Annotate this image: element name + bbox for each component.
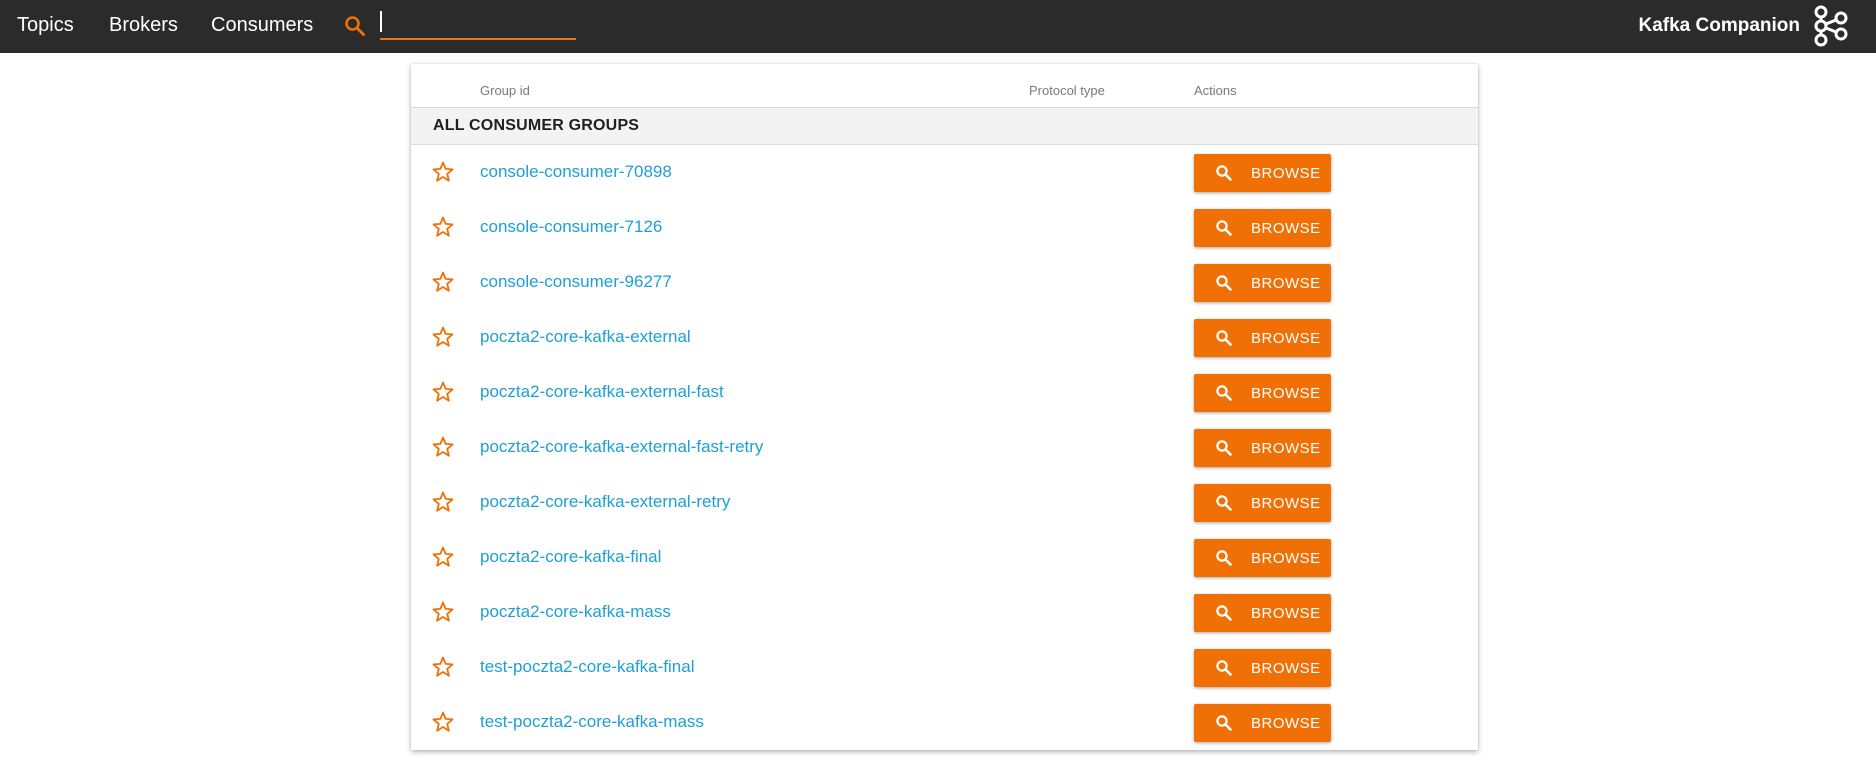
- magnifier-icon: [1215, 494, 1233, 512]
- magnifier-icon: [1215, 659, 1233, 677]
- magnifier-icon: [1215, 329, 1233, 347]
- browse-button-label: BROWSE: [1251, 329, 1321, 347]
- star-outline-icon[interactable]: [431, 710, 455, 734]
- column-header-group-id: Group id: [480, 83, 530, 98]
- magnifier-icon: [1215, 604, 1233, 622]
- search-icon[interactable]: [343, 14, 367, 38]
- star-outline-icon[interactable]: [431, 435, 455, 459]
- column-header-protocol-type: Protocol type: [1029, 83, 1105, 98]
- search-input[interactable]: [380, 8, 576, 40]
- star-outline-icon[interactable]: [431, 600, 455, 624]
- magnifier-icon: [1215, 219, 1233, 237]
- kafka-logo-icon: [1812, 5, 1852, 47]
- table-row: poczta2-core-kafka-external-fast BROWSE: [411, 365, 1478, 420]
- browse-button[interactable]: BROWSE: [1194, 319, 1331, 357]
- star-outline-icon[interactable]: [431, 490, 455, 514]
- star-outline-icon[interactable]: [431, 325, 455, 349]
- browse-button[interactable]: BROWSE: [1194, 374, 1331, 412]
- browse-button[interactable]: BROWSE: [1194, 539, 1331, 577]
- group-id-link[interactable]: console-consumer-7126: [480, 217, 662, 237]
- magnifier-icon: [1215, 384, 1233, 402]
- consumer-groups-card: Group id Protocol type Actions ALL CONSU…: [411, 64, 1478, 750]
- star-outline-icon[interactable]: [431, 270, 455, 294]
- group-id-link[interactable]: test-poczta2-core-kafka-final: [480, 657, 694, 677]
- browse-button-label: BROWSE: [1251, 439, 1321, 457]
- brand-name: Kafka Companion: [1638, 15, 1800, 36]
- browse-button[interactable]: BROWSE: [1194, 209, 1331, 247]
- table-row: test-poczta2-core-kafka-mass BROWSE: [411, 695, 1478, 750]
- browse-button-label: BROWSE: [1251, 219, 1321, 237]
- nav-brokers[interactable]: Brokers: [109, 14, 178, 37]
- browse-button[interactable]: BROWSE: [1194, 484, 1331, 522]
- group-id-link[interactable]: poczta2-core-kafka-external-fast: [480, 382, 724, 402]
- group-id-link[interactable]: test-poczta2-core-kafka-mass: [480, 712, 704, 732]
- table-row: console-consumer-70898 BROWSE: [411, 145, 1478, 200]
- browse-button-label: BROWSE: [1251, 659, 1321, 677]
- table-row: test-poczta2-core-kafka-final BROWSE: [411, 640, 1478, 695]
- nav-topics[interactable]: Topics: [17, 14, 74, 37]
- table-row: poczta2-core-kafka-external-fast-retry B…: [411, 420, 1478, 475]
- browse-button-label: BROWSE: [1251, 274, 1321, 292]
- browse-button[interactable]: BROWSE: [1194, 429, 1331, 467]
- browse-button[interactable]: BROWSE: [1194, 649, 1331, 687]
- section-title: ALL CONSUMER GROUPS: [433, 117, 640, 134]
- star-outline-icon[interactable]: [431, 545, 455, 569]
- browse-button-label: BROWSE: [1251, 384, 1321, 402]
- column-header-actions: Actions: [1194, 83, 1237, 98]
- magnifier-icon: [1215, 714, 1233, 732]
- browse-button[interactable]: BROWSE: [1194, 594, 1331, 632]
- table-row: console-consumer-96277 BROWSE: [411, 255, 1478, 310]
- browse-button[interactable]: BROWSE: [1194, 704, 1331, 742]
- star-outline-icon[interactable]: [431, 655, 455, 679]
- table-row: poczta2-core-kafka-external BROWSE: [411, 310, 1478, 365]
- magnifier-icon: [1215, 164, 1233, 182]
- browse-button-label: BROWSE: [1251, 164, 1321, 182]
- browse-button[interactable]: BROWSE: [1194, 264, 1331, 302]
- group-id-link[interactable]: console-consumer-96277: [480, 272, 672, 292]
- nav-consumers[interactable]: Consumers: [211, 14, 313, 37]
- star-outline-icon[interactable]: [431, 380, 455, 404]
- table-row: console-consumer-7126 BROWSE: [411, 200, 1478, 255]
- table-row: poczta2-core-kafka-mass BROWSE: [411, 585, 1478, 640]
- magnifier-icon: [1215, 439, 1233, 457]
- magnifier-icon: [1215, 274, 1233, 292]
- browse-button-label: BROWSE: [1251, 714, 1321, 732]
- group-id-link[interactable]: poczta2-core-kafka-external-fast-retry: [480, 437, 763, 457]
- browse-button-label: BROWSE: [1251, 494, 1321, 512]
- browse-button[interactable]: BROWSE: [1194, 154, 1331, 192]
- star-outline-icon[interactable]: [431, 215, 455, 239]
- group-id-link[interactable]: poczta2-core-kafka-external-retry: [480, 492, 730, 512]
- group-id-link[interactable]: poczta2-core-kafka-external: [480, 327, 691, 347]
- star-outline-icon[interactable]: [431, 160, 455, 184]
- consumer-group-list: console-consumer-70898 BROWSE console-co…: [411, 145, 1478, 750]
- table-row: poczta2-core-kafka-final BROWSE: [411, 530, 1478, 585]
- browse-button-label: BROWSE: [1251, 604, 1321, 622]
- table-row: poczta2-core-kafka-external-retry BROWSE: [411, 475, 1478, 530]
- text-cursor: [380, 11, 382, 32]
- group-id-link[interactable]: poczta2-core-kafka-final: [480, 547, 661, 567]
- table-header: Group id Protocol type Actions: [411, 64, 1478, 108]
- group-id-link[interactable]: poczta2-core-kafka-mass: [480, 602, 671, 622]
- group-id-link[interactable]: console-consumer-70898: [480, 162, 672, 182]
- top-navigation-bar: Topics Brokers Consumers Kafka Companion: [0, 0, 1876, 53]
- section-header: ALL CONSUMER GROUPS: [411, 108, 1478, 145]
- magnifier-icon: [1215, 549, 1233, 567]
- browse-button-label: BROWSE: [1251, 549, 1321, 567]
